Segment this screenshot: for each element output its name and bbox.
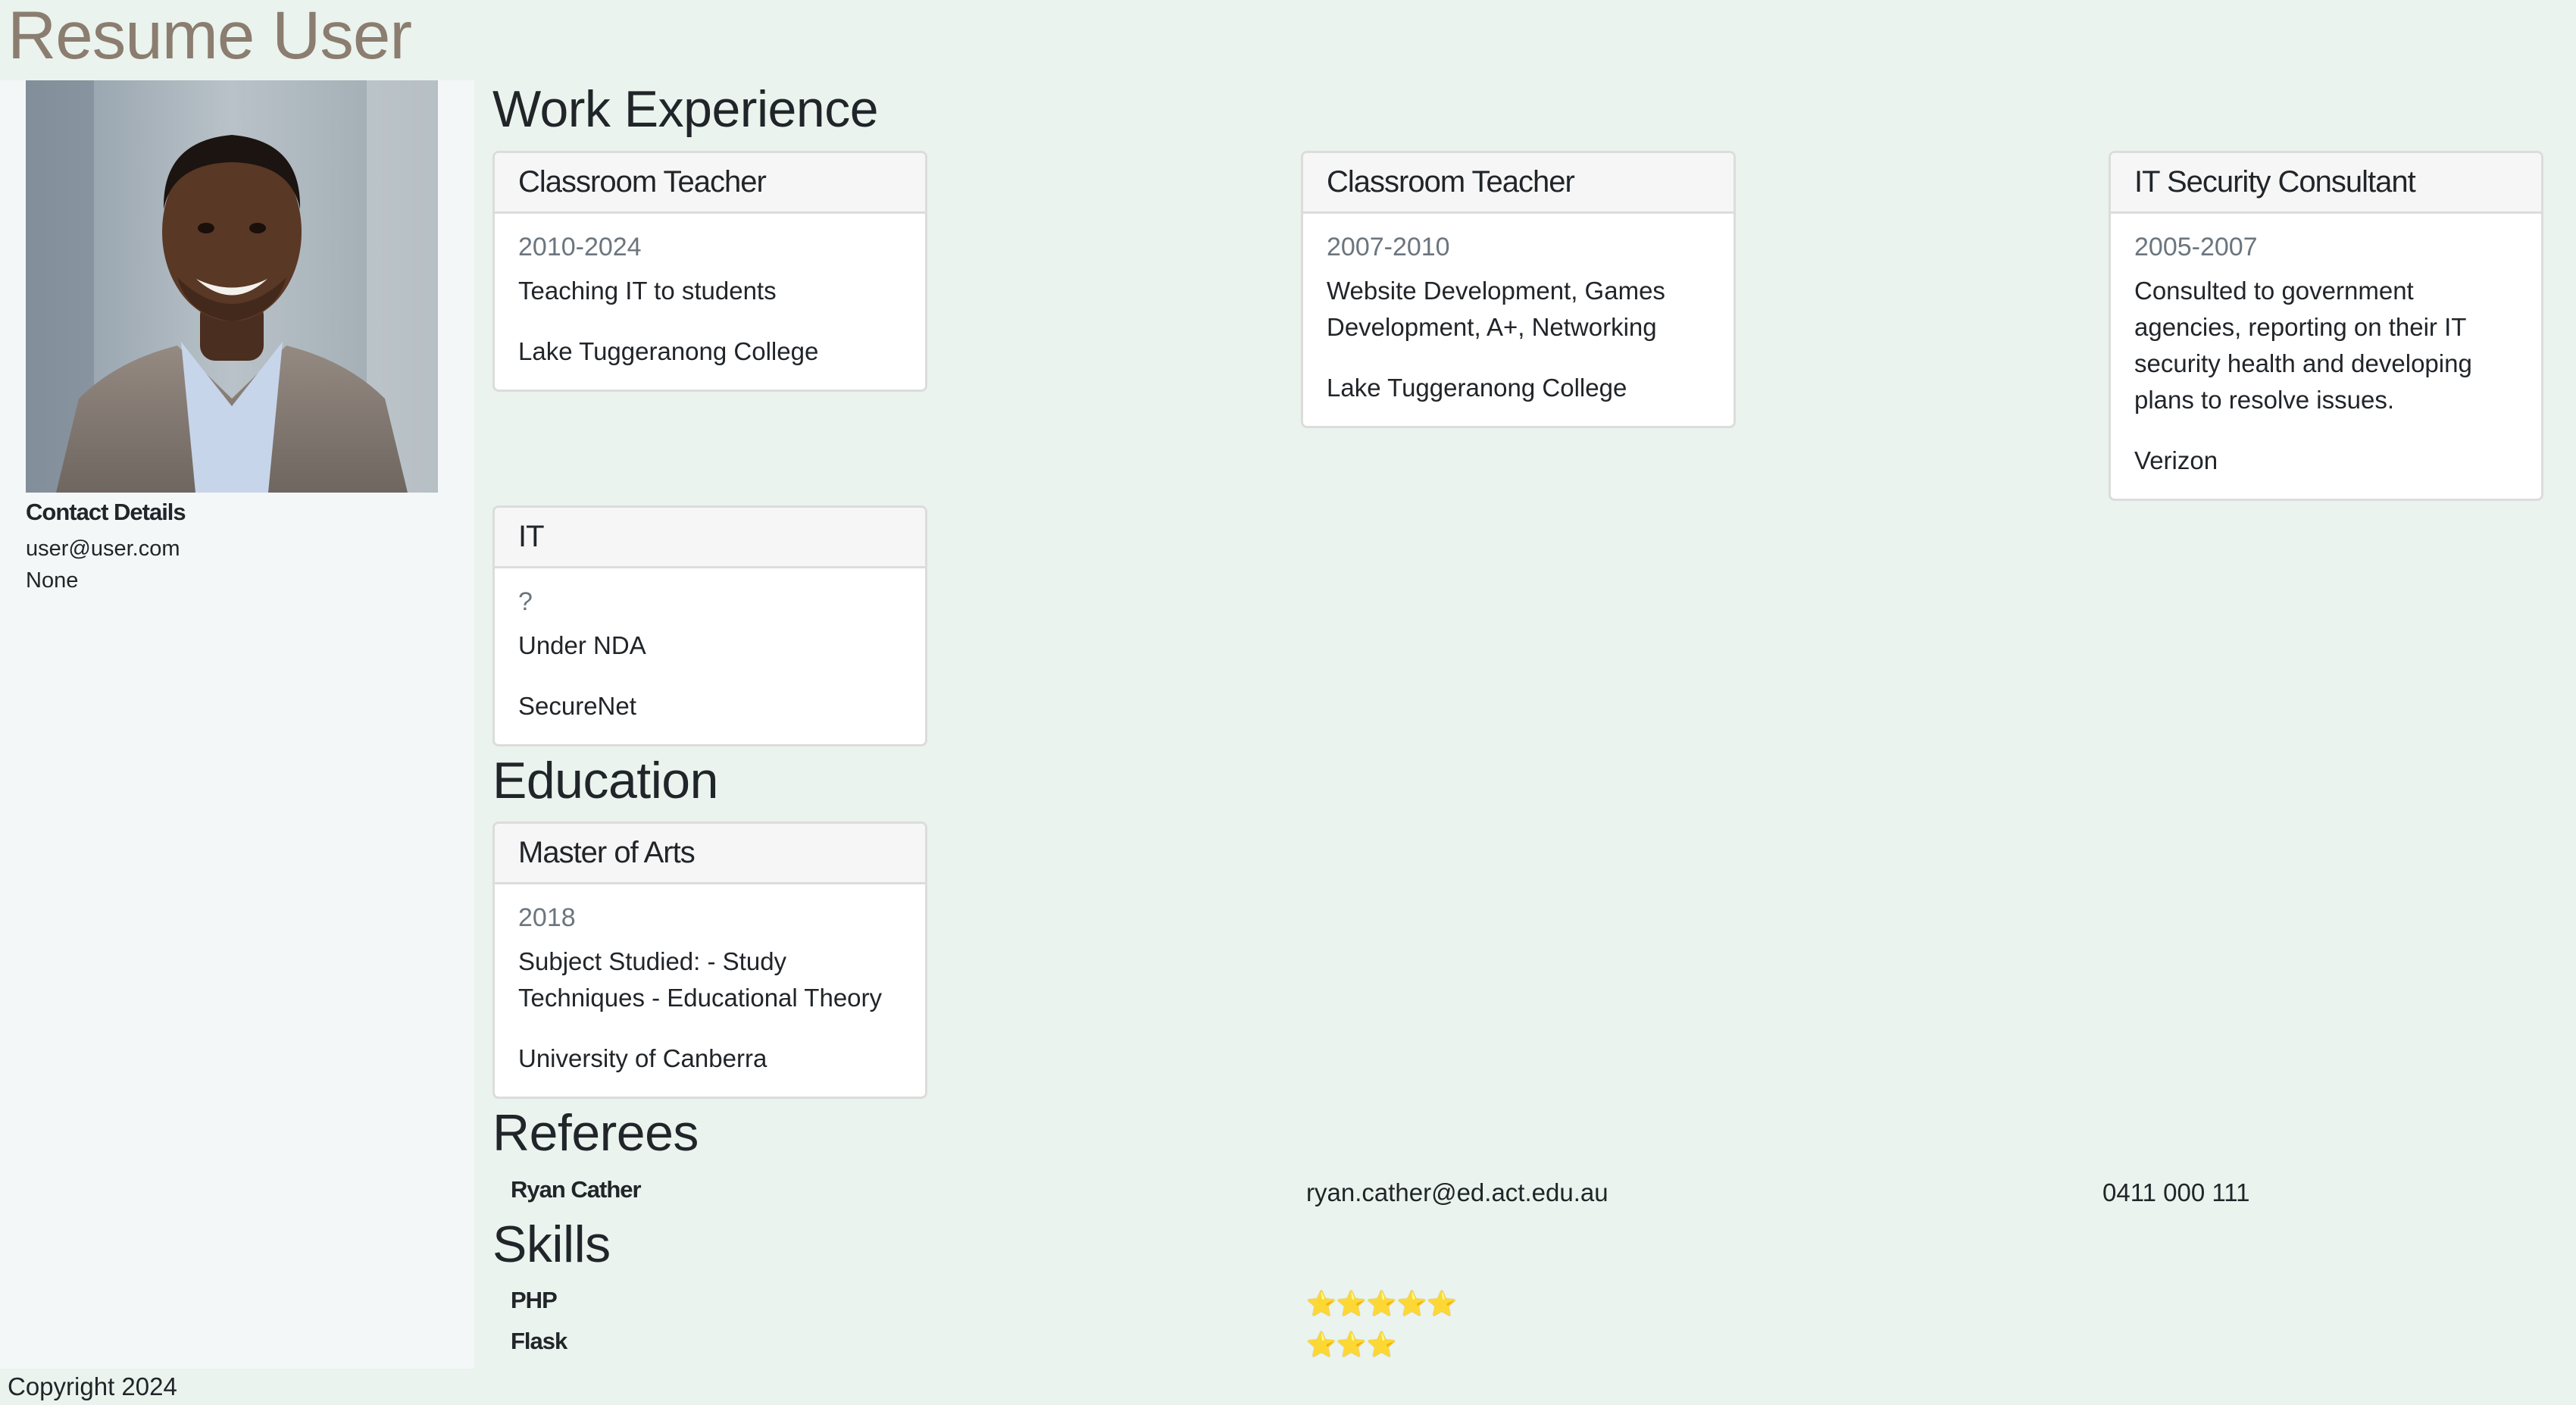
skill-name-flask: Flask xyxy=(511,1328,567,1354)
education-card: Master of Arts 2018 Subject Studied: - S… xyxy=(492,821,927,1099)
work-card-period: 2010-2024 xyxy=(518,233,642,261)
work-card: Classroom Teacher 2007-2010 Website Deve… xyxy=(1301,151,1736,428)
work-card-description: Website Development, Games Development, … xyxy=(1327,277,1665,341)
work-card-period: 2005-2007 xyxy=(2134,233,2258,261)
referee-phone: 0411 000 111 xyxy=(2102,1178,2250,1206)
skill-rating-flask-stars-icon: ⭐⭐⭐ xyxy=(1306,1331,1397,1358)
referee-name: Ryan Cather xyxy=(511,1176,642,1203)
education-card-description: Subject Studied: - Study Techniques - Ed… xyxy=(518,947,883,1012)
education-card-organisation: University of Canberra xyxy=(518,1044,767,1072)
work-card-title: Classroom Teacher xyxy=(1303,153,1733,214)
work-card-organisation: Verizon xyxy=(2134,446,2218,474)
work-card-organisation: Lake Tuggeranong College xyxy=(1327,374,1627,402)
contact-details-heading: Contact Details xyxy=(26,499,186,525)
footer-copyright: Copyright 2024 xyxy=(8,1372,177,1400)
work-card-title: Classroom Teacher xyxy=(495,153,925,214)
sidebar: Contact Details user@user.com None xyxy=(0,80,474,1369)
education-card-title: Master of Arts xyxy=(495,824,925,884)
education-card-period: 2018 xyxy=(518,903,576,932)
referees-heading: Referees xyxy=(492,1104,699,1162)
education-heading: Education xyxy=(492,752,718,809)
work-card-description: Teaching IT to students xyxy=(518,277,777,305)
profile-photo xyxy=(26,80,438,493)
work-card-title: IT Security Consultant xyxy=(2111,153,2541,214)
work-card-title: IT xyxy=(495,508,925,568)
skill-rating-php-stars-icon: ⭐⭐⭐⭐⭐ xyxy=(1306,1290,1458,1317)
work-card: IT ? Under NDA SecureNet xyxy=(492,505,927,746)
work-card-description: Consulted to government agencies, report… xyxy=(2134,277,2472,414)
skill-name-php: PHP xyxy=(511,1287,558,1313)
work-card-organisation: Lake Tuggeranong College xyxy=(518,337,819,365)
work-experience-heading: Work Experience xyxy=(492,80,879,138)
work-card: Classroom Teacher 2010-2024 Teaching IT … xyxy=(492,151,927,392)
contact-email: user@user.com xyxy=(26,537,180,561)
skills-heading: Skills xyxy=(492,1216,611,1273)
work-card-organisation: SecureNet xyxy=(518,692,636,720)
contact-phone: None xyxy=(26,568,79,593)
work-card-period: ? xyxy=(518,587,533,616)
work-card: IT Security Consultant 2005-2007 Consult… xyxy=(2109,151,2543,501)
profile-photo-image xyxy=(26,80,438,493)
work-card-description: Under NDA xyxy=(518,631,646,659)
work-card-period: 2007-2010 xyxy=(1327,233,1450,261)
page-title: Resume User xyxy=(8,0,412,73)
referee-email: ryan.cather@ed.act.edu.au xyxy=(1306,1178,1608,1206)
